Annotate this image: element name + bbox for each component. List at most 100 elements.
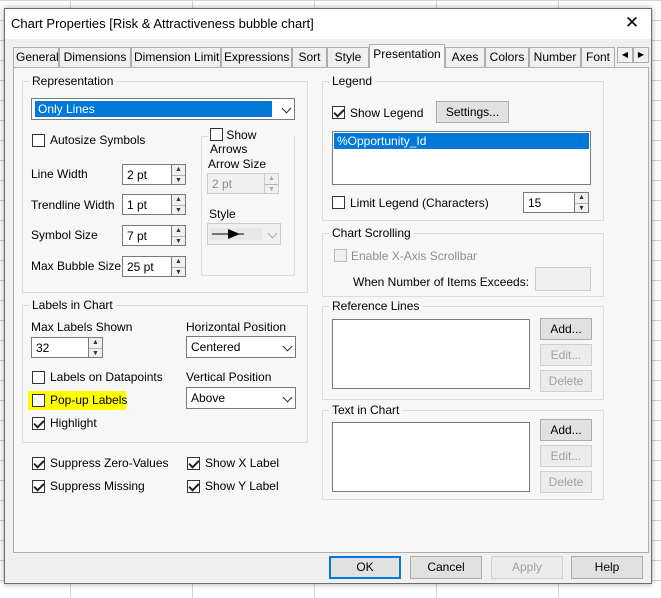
tab-general[interactable]: General bbox=[13, 47, 59, 67]
text-in-chart-add-button[interactable]: Add... bbox=[540, 419, 592, 441]
limit-legend-input[interactable]: 15 bbox=[523, 192, 575, 213]
trendline-width-input[interactable]: 1 pt bbox=[122, 194, 172, 215]
reference-lines-list[interactable] bbox=[332, 319, 530, 389]
show-legend-label: Show Legend bbox=[350, 106, 424, 120]
max-bubble-size-spinner[interactable]: ▲ ▼ bbox=[172, 256, 186, 277]
show-y-label-checkbox[interactable] bbox=[187, 480, 200, 493]
tab-colors[interactable]: Colors bbox=[485, 47, 529, 67]
popup-labels-checkbox[interactable] bbox=[32, 394, 45, 407]
reference-lines-delete-button[interactable]: Delete bbox=[540, 370, 592, 392]
highlight-checkbox[interactable] bbox=[32, 417, 45, 430]
tab-number[interactable]: Number bbox=[529, 47, 581, 67]
when-exceeds-label: When Number of Items Exceeds: bbox=[353, 275, 530, 289]
tab-dimensions[interactable]: Dimensions bbox=[59, 47, 131, 67]
vertical-position-value: Above bbox=[191, 391, 226, 405]
tab-sort[interactable]: Sort bbox=[292, 47, 327, 67]
labels-on-datapoints-checkbox[interactable] bbox=[32, 371, 45, 384]
legend-settings-button[interactable]: Settings... bbox=[436, 101, 509, 123]
when-exceeds-input[interactable] bbox=[535, 267, 591, 291]
line-width-spinner[interactable]: ▲ ▼ bbox=[172, 164, 186, 185]
chevron-down-icon bbox=[267, 228, 278, 239]
show-arrows-header: Show Arrows bbox=[208, 128, 294, 156]
tab-expressions[interactable]: Expressions bbox=[221, 47, 292, 67]
limit-legend-checkbox[interactable] bbox=[332, 196, 345, 209]
tab-font[interactable]: Font bbox=[581, 47, 615, 67]
tab-presentation[interactable]: Presentation bbox=[369, 44, 445, 68]
reference-lines-edit-button[interactable]: Edit... bbox=[540, 344, 592, 366]
trendline-width-spinner[interactable]: ▲ ▼ bbox=[172, 194, 186, 215]
max-labels-shown-label: Max Labels Shown bbox=[31, 320, 133, 334]
symbol-size-label: Symbol Size bbox=[31, 228, 98, 242]
legend-list[interactable]: %Opportunity_Id bbox=[332, 131, 591, 185]
show-y-label-label: Show Y Label bbox=[205, 479, 279, 493]
chart-scrolling-title: Chart Scrolling bbox=[329, 226, 414, 240]
popup-labels-label: Pop-up Labels bbox=[50, 393, 128, 407]
suppress-zero-values-checkbox[interactable] bbox=[32, 457, 45, 470]
max-bubble-size-label: Max Bubble Size bbox=[31, 259, 122, 273]
line-width-label: Line Width bbox=[31, 167, 88, 181]
tab-dimension-limits[interactable]: Dimension Limits bbox=[131, 47, 221, 67]
limit-legend-spinner[interactable]: ▲ ▼ bbox=[575, 192, 589, 213]
apply-button[interactable]: Apply bbox=[491, 556, 563, 579]
trendline-width-label: Trendline Width bbox=[31, 198, 115, 212]
horizontal-position-select[interactable]: Centered bbox=[186, 336, 296, 358]
legend-group: Legend Show Legend Settings... %Opportun… bbox=[322, 74, 604, 221]
show-arrows-checkbox[interactable] bbox=[210, 128, 223, 141]
suppress-missing-checkbox[interactable] bbox=[32, 480, 45, 493]
symbol-size-input[interactable]: 7 pt bbox=[122, 225, 172, 246]
suppress-missing-label: Suppress Missing bbox=[50, 479, 145, 493]
show-x-label-checkbox[interactable] bbox=[187, 457, 200, 470]
ok-button[interactable]: OK bbox=[329, 556, 401, 579]
chevron-down-icon bbox=[282, 392, 293, 403]
max-bubble-size-input[interactable]: 25 pt bbox=[122, 256, 172, 277]
enable-scrollbar-label: Enable X-Axis Scrollbar bbox=[351, 249, 478, 263]
cancel-button[interactable]: Cancel bbox=[410, 556, 482, 579]
vertical-position-select[interactable]: Above bbox=[186, 387, 296, 409]
presentation-panel: Representation Only Lines Autosize Symbo… bbox=[13, 67, 649, 553]
show-arrows-group: Show Arrows Arrow Size 2 pt ▲ ▼ Style bbox=[201, 128, 295, 276]
arrow-style-select[interactable] bbox=[207, 223, 281, 245]
reference-lines-title: Reference Lines bbox=[329, 299, 423, 313]
line-width-input[interactable]: 2 pt bbox=[122, 164, 172, 185]
help-button[interactable]: Help bbox=[571, 556, 643, 579]
labels-in-chart-title: Labels in Chart bbox=[29, 298, 116, 312]
show-legend-checkbox[interactable] bbox=[332, 106, 345, 119]
chart-properties-dialog: Chart Properties [Risk & Attractiveness … bbox=[4, 8, 652, 584]
dialog-title: Chart Properties [Risk & Attractiveness … bbox=[11, 16, 314, 31]
autosize-symbols-label: Autosize Symbols bbox=[50, 133, 146, 147]
labels-on-datapoints-label: Labels on Datapoints bbox=[50, 370, 163, 384]
legend-list-item[interactable]: %Opportunity_Id bbox=[334, 133, 589, 149]
horizontal-position-value: Centered bbox=[191, 340, 241, 354]
close-icon[interactable]: ✕ bbox=[617, 12, 647, 36]
tab-style[interactable]: Style bbox=[327, 47, 369, 67]
autosize-symbols-checkbox[interactable] bbox=[32, 134, 45, 147]
text-in-chart-edit-button[interactable]: Edit... bbox=[540, 445, 592, 467]
max-labels-shown-spinner[interactable]: ▲ ▼ bbox=[89, 337, 103, 358]
text-in-chart-list[interactable] bbox=[332, 422, 530, 492]
text-in-chart-title: Text in Chart bbox=[329, 403, 403, 417]
representation-title: Representation bbox=[29, 74, 117, 88]
arrow-style-label: Style bbox=[209, 207, 236, 221]
tab-scroll-right-icon[interactable]: ▶ bbox=[633, 47, 649, 63]
tab-scroll-left-icon[interactable]: ◀ bbox=[617, 47, 633, 63]
representation-select[interactable]: Only Lines bbox=[31, 98, 295, 120]
show-x-label-label: Show X Label bbox=[205, 456, 280, 470]
max-labels-shown-input[interactable]: 32 bbox=[31, 337, 89, 358]
representation-group: Representation Only Lines Autosize Symbo… bbox=[22, 74, 308, 293]
chevron-down-icon bbox=[282, 341, 293, 352]
tab-axes[interactable]: Axes bbox=[445, 47, 485, 67]
symbol-size-spinner[interactable]: ▲ ▼ bbox=[172, 225, 186, 246]
chart-scrolling-group: Chart Scrolling Enable X-Axis Scrollbar … bbox=[322, 226, 604, 297]
highlight-label: Highlight bbox=[50, 416, 97, 430]
enable-scrollbar-checkbox[interactable] bbox=[334, 249, 347, 262]
arrow-size-label: Arrow Size bbox=[208, 157, 267, 171]
reference-lines-add-button[interactable]: Add... bbox=[540, 318, 592, 340]
arrow-size-spinner[interactable]: ▲ ▼ bbox=[265, 173, 279, 194]
tab-strip: General Dimensions Dimension Limits Expr… bbox=[13, 44, 649, 68]
chevron-down-icon bbox=[281, 103, 292, 114]
text-in-chart-group: Text in Chart Add... Edit... Delete bbox=[322, 403, 604, 500]
labels-in-chart-group: Labels in Chart Max Labels Shown 32 ▲ ▼ H… bbox=[22, 298, 308, 443]
arrow-size-input[interactable]: 2 pt bbox=[207, 173, 265, 194]
text-in-chart-delete-button[interactable]: Delete bbox=[540, 471, 592, 493]
title-bar: Chart Properties [Risk & Attractiveness … bbox=[5, 9, 651, 39]
